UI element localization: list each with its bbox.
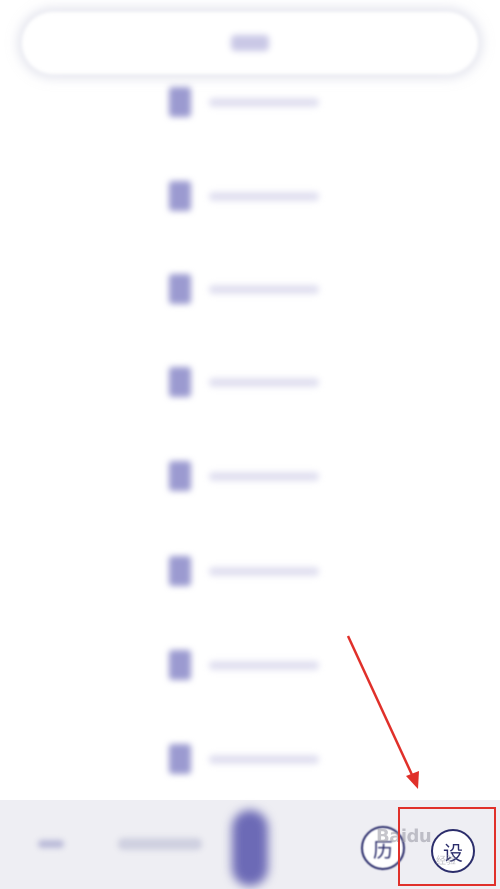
list-item[interactable]: [165, 270, 345, 310]
list-item-label: [209, 472, 319, 481]
bottom-bar-text: [118, 838, 202, 850]
list-item[interactable]: [165, 646, 345, 686]
file-icon: [169, 461, 191, 491]
highlight-box: [398, 807, 496, 886]
file-icon: [169, 367, 191, 397]
list-item[interactable]: [165, 552, 345, 592]
file-list: [0, 0, 500, 800]
file-icon: [169, 744, 191, 774]
list-item-label: [209, 285, 319, 294]
microphone-button[interactable]: [232, 810, 268, 886]
file-icon: [169, 274, 191, 304]
list-item-label: [209, 755, 319, 764]
list-item[interactable]: [165, 363, 345, 403]
list-item-label: [209, 98, 319, 107]
file-icon: [169, 650, 191, 680]
list-item[interactable]: [165, 740, 345, 780]
list-item[interactable]: [165, 457, 345, 497]
list-item-label: [209, 378, 319, 387]
file-icon: [169, 556, 191, 586]
file-icon: [169, 87, 191, 117]
list-item[interactable]: [165, 83, 345, 123]
back-icon[interactable]: [32, 834, 68, 854]
list-item-label: [209, 192, 319, 201]
list-item-label: [209, 567, 319, 576]
list-item[interactable]: [165, 177, 345, 217]
file-icon: [169, 181, 191, 211]
list-item-label: [209, 661, 319, 670]
